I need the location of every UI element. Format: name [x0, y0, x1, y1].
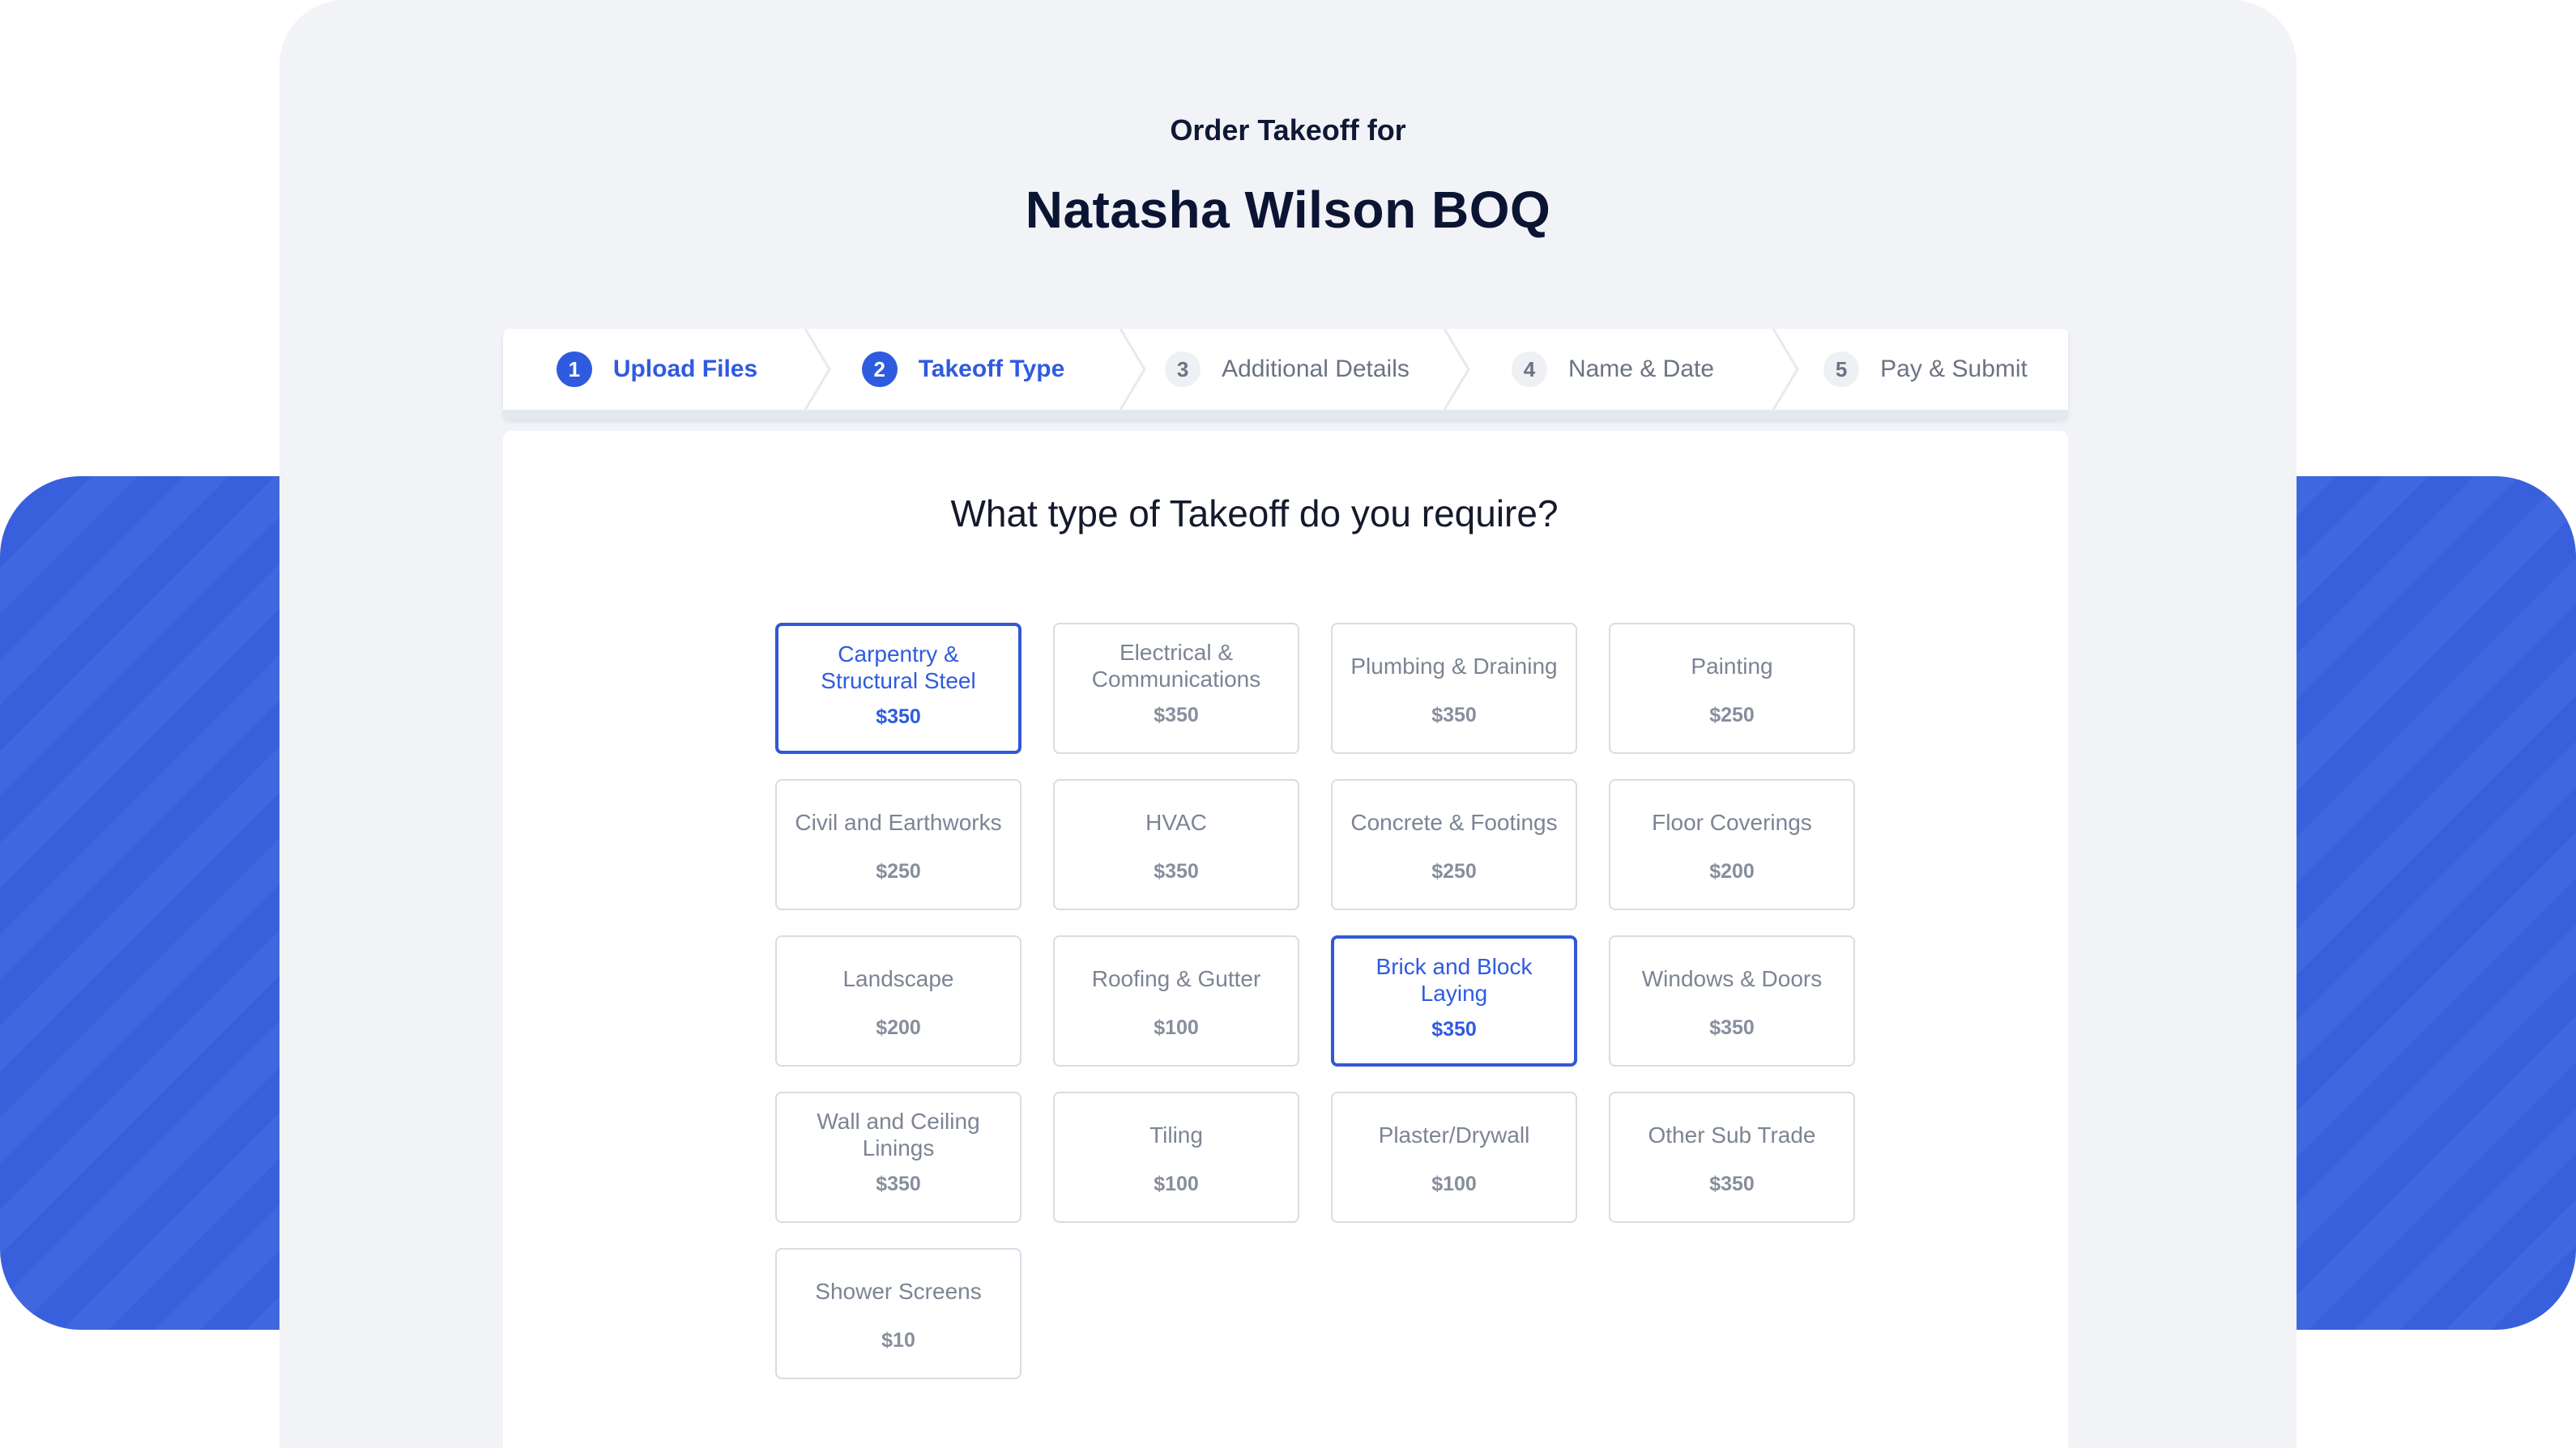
option-civil-earthworks[interactable]: Civil and Earthworks $250	[775, 779, 1021, 910]
option-tiling[interactable]: Tiling $100	[1053, 1092, 1299, 1223]
option-price: $350	[876, 1173, 921, 1195]
step-label: Name & Date	[1567, 356, 1715, 382]
option-wall-ceiling-linings[interactable]: Wall and Ceiling Linings $350	[775, 1092, 1021, 1223]
option-name: Tiling	[1149, 1122, 1203, 1148]
option-windows-doors[interactable]: Windows & Doors $350	[1609, 935, 1855, 1067]
option-floor-coverings[interactable]: Floor Coverings $200	[1609, 779, 1855, 910]
option-price: $350	[1431, 1018, 1477, 1041]
option-price: $250	[1709, 704, 1755, 726]
option-name: Carpentry & Structural Steel	[821, 641, 976, 693]
option-name: Roofing & Gutter	[1091, 965, 1261, 991]
option-other-sub-trade[interactable]: Other Sub Trade $350	[1609, 1092, 1855, 1223]
step-label: Pay & Submit	[1880, 356, 2028, 382]
step-label: Additional Details	[1222, 356, 1410, 382]
step-label: Upload Files	[612, 356, 758, 382]
option-carpentry-structural-steel[interactable]: Carpentry & Structural Steel $350	[775, 623, 1021, 754]
option-name: Shower Screens	[815, 1278, 982, 1304]
option-name: Civil and Earthworks	[795, 809, 1002, 835]
step-number: 5	[1823, 351, 1860, 387]
step-pay-submit[interactable]: 5 Pay & Submit	[1783, 329, 2068, 410]
option-price: $100	[1154, 1016, 1199, 1039]
progress-stepper: 1 Upload Files 2 Takeoff Type 3 Addition…	[503, 329, 2068, 419]
step-label: Takeoff Type	[918, 356, 1065, 382]
option-name: Electrical & Communications	[1091, 640, 1261, 692]
option-price: $200	[1709, 860, 1755, 883]
option-plumbing-draining[interactable]: Plumbing & Draining $350	[1331, 623, 1577, 754]
step-name-date[interactable]: 4 Name & Date	[1451, 329, 1775, 410]
option-hvac[interactable]: HVAC $350	[1053, 779, 1299, 910]
option-concrete-footings[interactable]: Concrete & Footings $250	[1331, 779, 1577, 910]
option-name: Windows & Doors	[1641, 965, 1823, 991]
step-takeoff-type[interactable]: 2 Takeoff Type	[806, 329, 1120, 410]
step-upload-files[interactable]: 1 Upload Files	[503, 329, 811, 410]
option-brick-block-laying[interactable]: Brick and Block Laying $350	[1331, 935, 1577, 1067]
option-name: Plumbing & Draining	[1350, 653, 1558, 679]
option-electrical-communications[interactable]: Electrical & Communications $350	[1053, 623, 1299, 754]
step-number: 3	[1165, 351, 1201, 387]
option-name: Brick and Block Laying	[1375, 954, 1533, 1006]
option-plaster-drywall[interactable]: Plaster/Drywall $100	[1331, 1092, 1577, 1223]
option-price: $350	[1154, 860, 1199, 883]
step-number: 2	[861, 351, 898, 387]
page-subtitle: Order Takeoff for	[1170, 113, 1406, 147]
step-additional-details[interactable]: 3 Additional Details	[1127, 329, 1448, 410]
takeoff-question: What type of Takeoff do you require?	[950, 492, 1559, 534]
option-price: $350	[1431, 704, 1477, 726]
page-title: Natasha Wilson BOQ	[1025, 181, 1551, 239]
option-name: Wall and Ceiling Linings	[817, 1109, 980, 1161]
step-number: 4	[1511, 351, 1547, 387]
step-number: 1	[556, 351, 592, 387]
option-landscape[interactable]: Landscape $200	[775, 935, 1021, 1067]
option-price: $350	[1709, 1173, 1755, 1195]
option-name: Other Sub Trade	[1648, 1122, 1816, 1148]
option-price: $350	[1154, 704, 1199, 726]
option-roofing-gutter[interactable]: Roofing & Gutter $100	[1053, 935, 1299, 1067]
option-price: $200	[876, 1016, 921, 1039]
option-price: $250	[1431, 860, 1477, 883]
option-name: Plaster/Drywall	[1378, 1122, 1530, 1148]
option-name: HVAC	[1145, 809, 1207, 835]
option-price: $250	[876, 860, 921, 883]
option-shower-screens[interactable]: Shower Screens $10	[775, 1248, 1021, 1379]
option-name: Concrete & Footings	[1350, 809, 1558, 835]
option-name: Landscape	[842, 965, 954, 991]
option-price: $100	[1154, 1173, 1199, 1195]
option-price: $10	[881, 1329, 915, 1352]
option-name: Painting	[1691, 653, 1773, 679]
option-price: $350	[1709, 1016, 1755, 1039]
option-price: $100	[1431, 1173, 1477, 1195]
option-price: $350	[876, 705, 921, 728]
option-name: Floor Coverings	[1652, 809, 1812, 835]
option-painting[interactable]: Painting $250	[1609, 623, 1855, 754]
